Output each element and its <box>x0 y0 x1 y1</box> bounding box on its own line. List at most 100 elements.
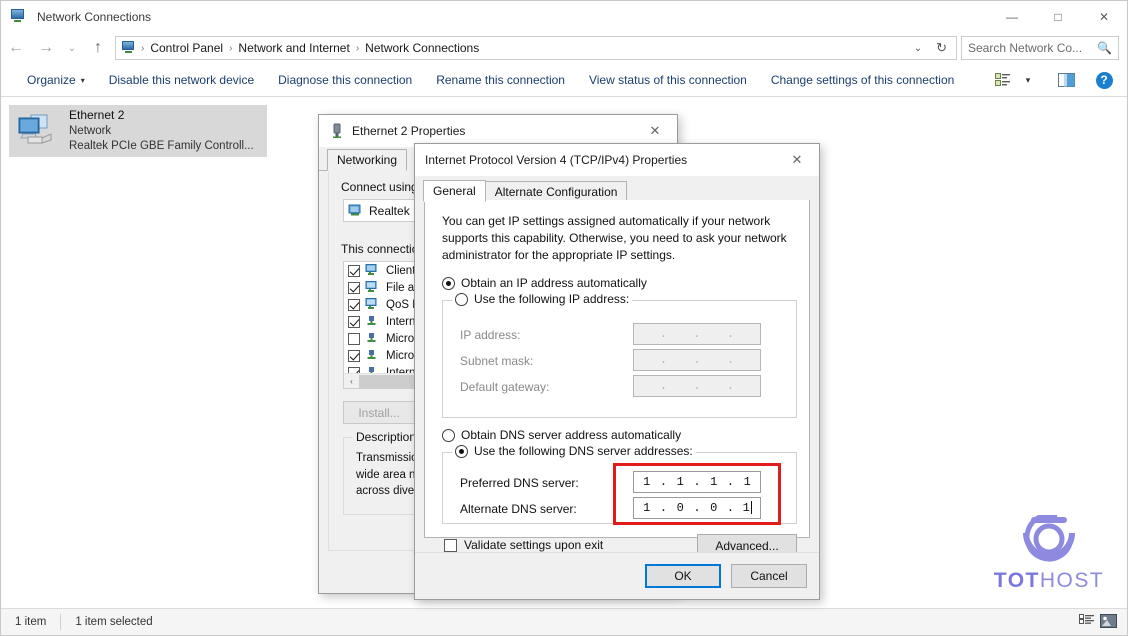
octet-dot: . <box>693 379 701 393</box>
breadcrumb-network-connections[interactable]: Network Connections <box>360 41 484 55</box>
details-view-icon[interactable] <box>1079 614 1094 631</box>
preview-pane-icon[interactable] <box>1053 68 1079 92</box>
tab-general[interactable]: General <box>423 180 486 202</box>
refresh-icon[interactable]: ↻ <box>929 40 954 56</box>
checkbox[interactable] <box>348 282 360 294</box>
breadcrumb-network-and-internet[interactable]: Network and Internet <box>233 41 354 55</box>
ipv4-dialog-titlebar: Internet Protocol Version 4 (TCP/IPv4) P… <box>415 144 819 176</box>
up-icon[interactable]: ↑ <box>83 33 113 63</box>
file-sharing-icon <box>365 281 381 295</box>
ipv4-tabstrip: General Alternate Configuration <box>415 176 819 201</box>
cancel-button[interactable]: Cancel <box>731 564 807 588</box>
forward-icon[interactable]: → <box>31 33 61 63</box>
disable-device-button[interactable]: Disable this network device <box>97 67 266 93</box>
checkbox[interactable] <box>348 265 360 277</box>
search-input[interactable]: Search Network Co... <box>968 41 1097 55</box>
default-gateway-input[interactable]: . . . <box>633 375 761 397</box>
ipv4-dialog-body: General Alternate Configuration You can … <box>415 176 819 599</box>
organize-button[interactable]: Organize ▾ <box>15 67 97 93</box>
ipv4-properties-dialog: Internet Protocol Version 4 (TCP/IPv4) P… <box>414 143 820 600</box>
minimize-button[interactable]: — <box>989 1 1035 32</box>
status-bar: 1 item 1 item selected <box>1 608 1127 635</box>
checkbox[interactable] <box>348 316 360 328</box>
subnet-mask-input[interactable]: . . . <box>633 349 761 371</box>
octet-dot: . <box>693 353 701 367</box>
radio-label: Obtain DNS server address automatically <box>461 428 681 442</box>
rename-connection-button[interactable]: Rename this connection <box>424 67 577 93</box>
adapter-icon <box>348 204 364 218</box>
radio-button[interactable] <box>442 277 455 290</box>
octet-dot: . <box>693 327 701 341</box>
radio-use-following-dns[interactable]: Use the following DNS server addresses: <box>452 444 696 458</box>
radio-button[interactable] <box>455 445 468 458</box>
view-status-button[interactable]: View status of this connection <box>577 67 759 93</box>
chevron-down-icon: ▾ <box>81 76 85 85</box>
ip-address-input[interactable]: . . . <box>633 323 761 345</box>
search-icon: 🔍 <box>1097 41 1112 55</box>
diagnose-connection-button[interactable]: Diagnose this connection <box>266 67 424 93</box>
list-view-icon[interactable] <box>989 68 1015 92</box>
maximize-button[interactable]: □ <box>1035 1 1081 32</box>
navigation-bar: ← → ⌄ ↑ › Control Panel › Network and In… <box>1 32 1127 64</box>
validate-settings-checkbox-row[interactable]: Validate settings upon exit <box>444 538 603 552</box>
radio-button[interactable] <box>455 293 468 306</box>
checkbox[interactable] <box>348 299 360 311</box>
chevron-down-icon[interactable]: ▾ <box>1015 68 1041 92</box>
tab-networking[interactable]: Networking <box>327 149 407 171</box>
network-adapter-icon <box>329 123 345 139</box>
install-button[interactable]: Install... <box>343 401 415 424</box>
octet-dot: . <box>727 353 735 367</box>
connect-using-label: Connect using: <box>341 180 421 194</box>
checkbox[interactable] <box>444 539 457 552</box>
manual-dns-group: Use the following DNS server addresses: … <box>442 452 797 524</box>
octet-dot: . <box>660 379 668 393</box>
breadcrumb-control-panel[interactable]: Control Panel <box>145 41 228 55</box>
scroll-left-icon[interactable]: ‹ <box>344 377 359 386</box>
close-button[interactable]: ✕ <box>1081 1 1127 32</box>
command-bar: Organize ▾ Disable this network device D… <box>1 64 1127 97</box>
list-item-ethernet-2[interactable]: Ethernet 2 Network Realtek PCIe GBE Fami… <box>9 105 267 157</box>
protocol-icon <box>365 349 381 363</box>
help-icon[interactable]: ? <box>1091 68 1117 92</box>
protocol-icon <box>365 315 381 329</box>
status-selection: 1 item selected <box>61 616 152 628</box>
close-icon[interactable]: ✕ <box>775 144 819 176</box>
radio-label: Use the following IP address: <box>474 292 629 306</box>
window-title: Network Connections <box>37 10 151 24</box>
intro-text: You can get IP settings assigned automat… <box>442 213 797 264</box>
dns-highlight-annotation <box>613 463 781 525</box>
breadcrumb-root-icon <box>121 40 138 57</box>
organize-label: Organize <box>27 73 76 87</box>
large-icons-view-icon[interactable] <box>1100 614 1117 631</box>
change-settings-button[interactable]: Change settings of this connection <box>759 67 966 93</box>
ethernet-adapter-icon <box>15 110 61 152</box>
ip-address-label: IP address: <box>460 328 520 342</box>
back-icon[interactable]: ← <box>1 33 31 63</box>
radio-obtain-ip-automatically[interactable]: Obtain an IP address automatically <box>442 276 647 290</box>
connection-status: Network <box>69 124 254 139</box>
octet-dot: . <box>660 353 668 367</box>
connection-adapter: Realtek PCIe GBE Family Controll... <box>69 139 254 154</box>
default-gateway-label: Default gateway: <box>460 380 549 394</box>
ipv4-dialog-footer: OK Cancel <box>415 552 819 599</box>
help-glyph: ? <box>1096 72 1113 89</box>
recent-locations-icon[interactable]: ⌄ <box>61 33 83 63</box>
checkbox[interactable] <box>348 350 360 362</box>
octet-dot: . <box>727 379 735 393</box>
octet-dot: . <box>660 327 668 341</box>
tab-alternate-configuration[interactable]: Alternate Configuration <box>485 181 628 202</box>
client-icon <box>365 264 381 278</box>
checkbox[interactable] <box>348 333 360 345</box>
chevron-down-icon[interactable]: ⌄ <box>907 43 929 54</box>
components-label: This connection <box>341 242 425 256</box>
address-bar[interactable]: › Control Panel › Network and Internet ›… <box>115 36 957 60</box>
search-box[interactable]: Search Network Co... 🔍 <box>961 36 1119 60</box>
radio-obtain-dns-automatically[interactable]: Obtain DNS server address automatically <box>442 428 681 442</box>
radio-use-following-ip[interactable]: Use the following IP address: <box>452 292 632 306</box>
status-item-count: 1 item <box>1 616 46 628</box>
radio-button[interactable] <box>442 429 455 442</box>
window-titlebar: Network Connections — □ ✕ <box>1 1 1127 32</box>
ok-button[interactable]: OK <box>645 564 721 588</box>
ipv4-dialog-title: Internet Protocol Version 4 (TCP/IPv4) P… <box>425 153 687 167</box>
general-tab-panel: You can get IP settings assigned automat… <box>424 200 810 538</box>
